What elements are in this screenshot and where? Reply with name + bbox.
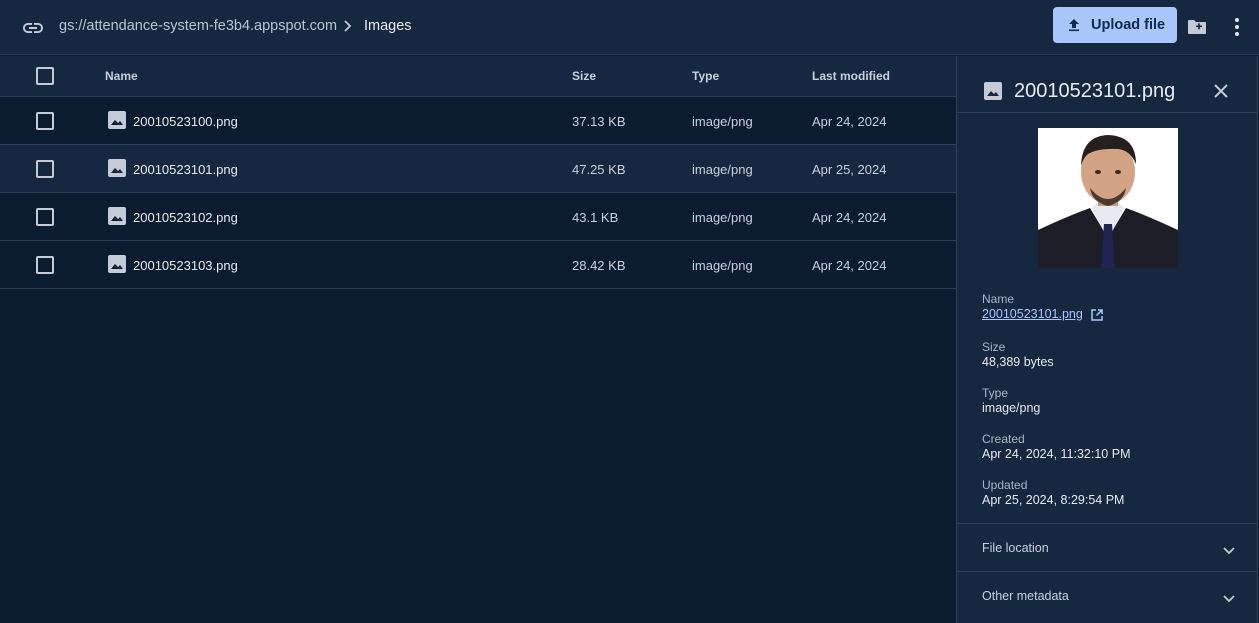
image-file-icon xyxy=(984,82,1002,100)
file-name[interactable]: 20010523103.png xyxy=(133,258,238,273)
name-link[interactable]: 20010523101.png xyxy=(982,307,1083,321)
row-checkbox[interactable] xyxy=(36,208,54,226)
details-title: 20010523101.png xyxy=(1014,80,1176,102)
column-header-last-modified[interactable]: Last modified xyxy=(812,69,890,83)
image-file-icon xyxy=(108,207,126,225)
other-metadata-label: Other metadata xyxy=(982,589,1069,603)
breadcrumb-bucket[interactable]: gs://attendance-system-fe3b4.appspot.com xyxy=(59,18,337,34)
row-checkbox[interactable] xyxy=(36,256,54,274)
file-size: 43.1 KB xyxy=(572,210,619,225)
file-size: 47.25 KB xyxy=(572,162,626,177)
create-folder-icon[interactable] xyxy=(1185,15,1209,39)
details-header: 20010523101.png xyxy=(957,56,1258,113)
file-size: 37.13 KB xyxy=(572,114,626,129)
file-name[interactable]: 20010523102.png xyxy=(133,210,238,225)
chevron-down-icon xyxy=(1223,547,1235,555)
type-value: image/png xyxy=(982,401,1041,415)
updated-label: Updated xyxy=(982,478,1028,492)
name-label: Name xyxy=(982,292,1015,306)
chevron-right-icon xyxy=(344,20,352,32)
row-checkbox[interactable] xyxy=(36,160,54,178)
file-details-panel: 20010523101.png Name 20010523101.png Siz… xyxy=(956,56,1258,623)
select-all-checkbox[interactable] xyxy=(36,67,54,85)
file-name[interactable]: 20010523100.png xyxy=(133,114,238,129)
breadcrumb-current-folder[interactable]: Images xyxy=(364,18,412,34)
image-preview xyxy=(1038,128,1178,268)
link-icon[interactable] xyxy=(21,16,45,40)
open-in-new-icon[interactable] xyxy=(1090,308,1104,322)
image-file-icon xyxy=(108,255,126,273)
file-type: image/png xyxy=(692,114,753,129)
image-file-icon xyxy=(108,111,126,129)
file-type: image/png xyxy=(692,162,753,177)
size-value: 48,389 bytes xyxy=(982,355,1054,369)
file-modified: Apr 24, 2024 xyxy=(812,114,887,129)
top-bar: gs://attendance-system-fe3b4.appspot.com… xyxy=(0,0,1259,55)
file-type: image/png xyxy=(692,258,753,273)
created-value: Apr 24, 2024, 11:32:10 PM xyxy=(982,447,1131,461)
table-row[interactable]: 20010523103.png 28.42 KB image/png Apr 2… xyxy=(0,241,956,289)
type-label: Type xyxy=(982,386,1009,400)
other-metadata-section[interactable]: Other metadata xyxy=(957,571,1258,619)
table-row[interactable]: 20010523102.png 43.1 KB image/png Apr 24… xyxy=(0,193,956,241)
table-header: Name Size Type Last modified xyxy=(0,56,956,97)
file-location-section[interactable]: File location xyxy=(957,523,1258,571)
size-label: Size xyxy=(982,340,1006,354)
file-location-label: File location xyxy=(982,541,1049,555)
more-vert-icon[interactable] xyxy=(1227,15,1247,39)
upload-file-label: Upload file xyxy=(1091,17,1166,33)
row-checkbox[interactable] xyxy=(36,112,54,130)
table-row[interactable]: 20010523100.png 37.13 KB image/png Apr 2… xyxy=(0,97,956,145)
file-name[interactable]: 20010523101.png xyxy=(133,162,238,177)
file-type: image/png xyxy=(692,210,753,225)
file-modified: Apr 25, 2024 xyxy=(812,162,887,177)
file-size: 28.42 KB xyxy=(572,258,626,273)
close-icon[interactable] xyxy=(1211,81,1231,101)
upload-icon xyxy=(1069,19,1079,32)
created-label: Created xyxy=(982,432,1025,446)
file-modified: Apr 24, 2024 xyxy=(812,258,887,273)
updated-value: Apr 25, 2024, 8:29:54 PM xyxy=(982,493,1125,507)
chevron-down-icon xyxy=(1223,595,1235,603)
column-header-name[interactable]: Name xyxy=(105,69,138,83)
file-modified: Apr 24, 2024 xyxy=(812,210,887,225)
image-file-icon xyxy=(108,159,126,177)
table-row[interactable]: 20010523101.png 47.25 KB image/png Apr 2… xyxy=(0,145,956,193)
upload-file-button[interactable]: Upload file xyxy=(1053,7,1177,43)
column-header-size[interactable]: Size xyxy=(572,69,596,83)
column-header-type[interactable]: Type xyxy=(692,69,719,83)
